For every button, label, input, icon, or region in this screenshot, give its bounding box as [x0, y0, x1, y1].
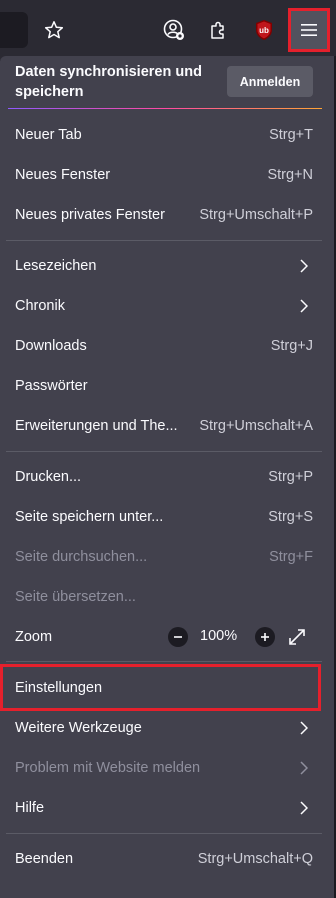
menu-item-new-tab[interactable]: Neuer Tab Strg+T: [0, 115, 334, 155]
sync-title: Daten synchronisieren und speichern: [15, 64, 202, 100]
menu-item-help[interactable]: Hilfe: [0, 788, 334, 828]
menu-item-label: Neues Fenster: [15, 167, 111, 183]
fullscreen-button[interactable]: [287, 627, 307, 647]
zoom-controls: 100%: [0, 627, 334, 647]
menu-item-label: Beenden: [15, 851, 74, 867]
chevron-right-icon: [300, 259, 308, 273]
menu-item-label: Lesezeichen: [15, 258, 97, 274]
ublock-button[interactable]: ub: [246, 12, 282, 48]
chevron-right-icon: [300, 761, 308, 775]
zoom-in-button[interactable]: [255, 627, 275, 647]
urlbar-edge[interactable]: [0, 12, 28, 48]
sign-in-button[interactable]: Anmelden: [227, 66, 313, 97]
menu-item-label: Erweiterungen und The...: [15, 418, 178, 434]
sync-divider: [8, 108, 322, 109]
chevron-right-icon: [300, 721, 308, 735]
menu-separator: [6, 451, 322, 452]
plus-icon: [261, 633, 269, 641]
menu-item-addons[interactable]: Erweiterungen und The... Strg+Umschalt+A: [0, 406, 334, 446]
hamburger-icon: [301, 24, 317, 36]
account-icon: [163, 19, 184, 40]
menu-item-passwords[interactable]: Passwörter: [0, 366, 334, 406]
menu-item-shortcut: Strg+Umschalt+P: [199, 207, 313, 223]
menu-item-quit[interactable]: Beenden Strg+Umschalt+Q: [0, 839, 334, 879]
menu-item-label: Seite durchsuchen...: [15, 549, 148, 565]
star-icon: [44, 21, 64, 39]
ublock-icon: ub: [256, 20, 272, 40]
browser-toolbar: ub: [0, 0, 336, 60]
menu-item-label: Weitere Werkzeuge: [15, 720, 142, 736]
minus-icon: [174, 636, 182, 638]
svg-text:ub: ub: [259, 26, 269, 35]
menu-item-shortcut: Strg+S: [268, 509, 313, 525]
menu-separator: [6, 240, 322, 241]
menu-item-downloads[interactable]: Downloads Strg+J: [0, 326, 334, 366]
puzzle-icon: [211, 21, 224, 39]
account-button[interactable]: [156, 12, 192, 48]
chevron-right-icon: [300, 801, 308, 815]
menu-item-report-site: Problem mit Website melden: [0, 748, 334, 788]
menu-item-label: Problem mit Website melden: [15, 760, 201, 776]
menu-item-shortcut: Strg+N: [267, 167, 313, 183]
menu-separator: [6, 661, 322, 662]
app-menu-button[interactable]: [288, 8, 330, 52]
menu-item-new-window[interactable]: Neues Fenster Strg+N: [0, 155, 334, 195]
fullscreen-icon: [289, 629, 305, 645]
menu-item-save-page[interactable]: Seite speichern unter... Strg+S: [0, 497, 334, 537]
menu-item-label: Neues privates Fenster: [15, 207, 165, 223]
menu-item-shortcut: Strg+J: [270, 338, 313, 354]
menu-item-label: Passwörter: [15, 378, 88, 394]
menu-item-shortcut: Strg+F: [269, 549, 313, 565]
menu-item-label: Seite speichern unter...: [15, 509, 164, 525]
menu-separator: [6, 833, 322, 834]
zoom-out-button[interactable]: [168, 627, 188, 647]
menu-item-print[interactable]: Drucken... Strg+P: [0, 457, 334, 497]
menu-item-more-tools[interactable]: Weitere Werkzeuge: [0, 708, 334, 748]
menu-item-label: Neuer Tab: [15, 127, 82, 143]
menu-item-shortcut: Strg+P: [268, 469, 313, 485]
menu-item-shortcut: Strg+Umschalt+A: [199, 418, 313, 434]
zoom-value[interactable]: 100%: [200, 628, 237, 644]
menu-item-label: Downloads: [15, 338, 87, 354]
menu-item-label: Hilfe: [15, 800, 45, 816]
menu-item-label: Drucken...: [15, 469, 82, 485]
menu-item-history[interactable]: Chronik: [0, 286, 334, 326]
chevron-right-icon: [300, 299, 308, 313]
extensions-button[interactable]: [200, 12, 236, 48]
menu-item-bookmarks[interactable]: Lesezeichen: [0, 246, 334, 286]
settings-highlight: [0, 664, 321, 711]
menu-item-label: Chronik: [15, 298, 65, 314]
menu-item-shortcut: Strg+Umschalt+Q: [197, 851, 313, 867]
menu-item-shortcut: Strg+T: [269, 127, 313, 143]
bookmark-star-button[interactable]: [36, 12, 72, 48]
menu-item-find-in-page: Seite durchsuchen... Strg+F: [0, 537, 334, 577]
menu-item-label: Seite übersetzen...: [15, 589, 136, 605]
menu-item-new-private-window[interactable]: Neues privates Fenster Strg+Umschalt+P: [0, 195, 334, 235]
menu-item-translate: Seite übersetzen...: [0, 577, 334, 617]
